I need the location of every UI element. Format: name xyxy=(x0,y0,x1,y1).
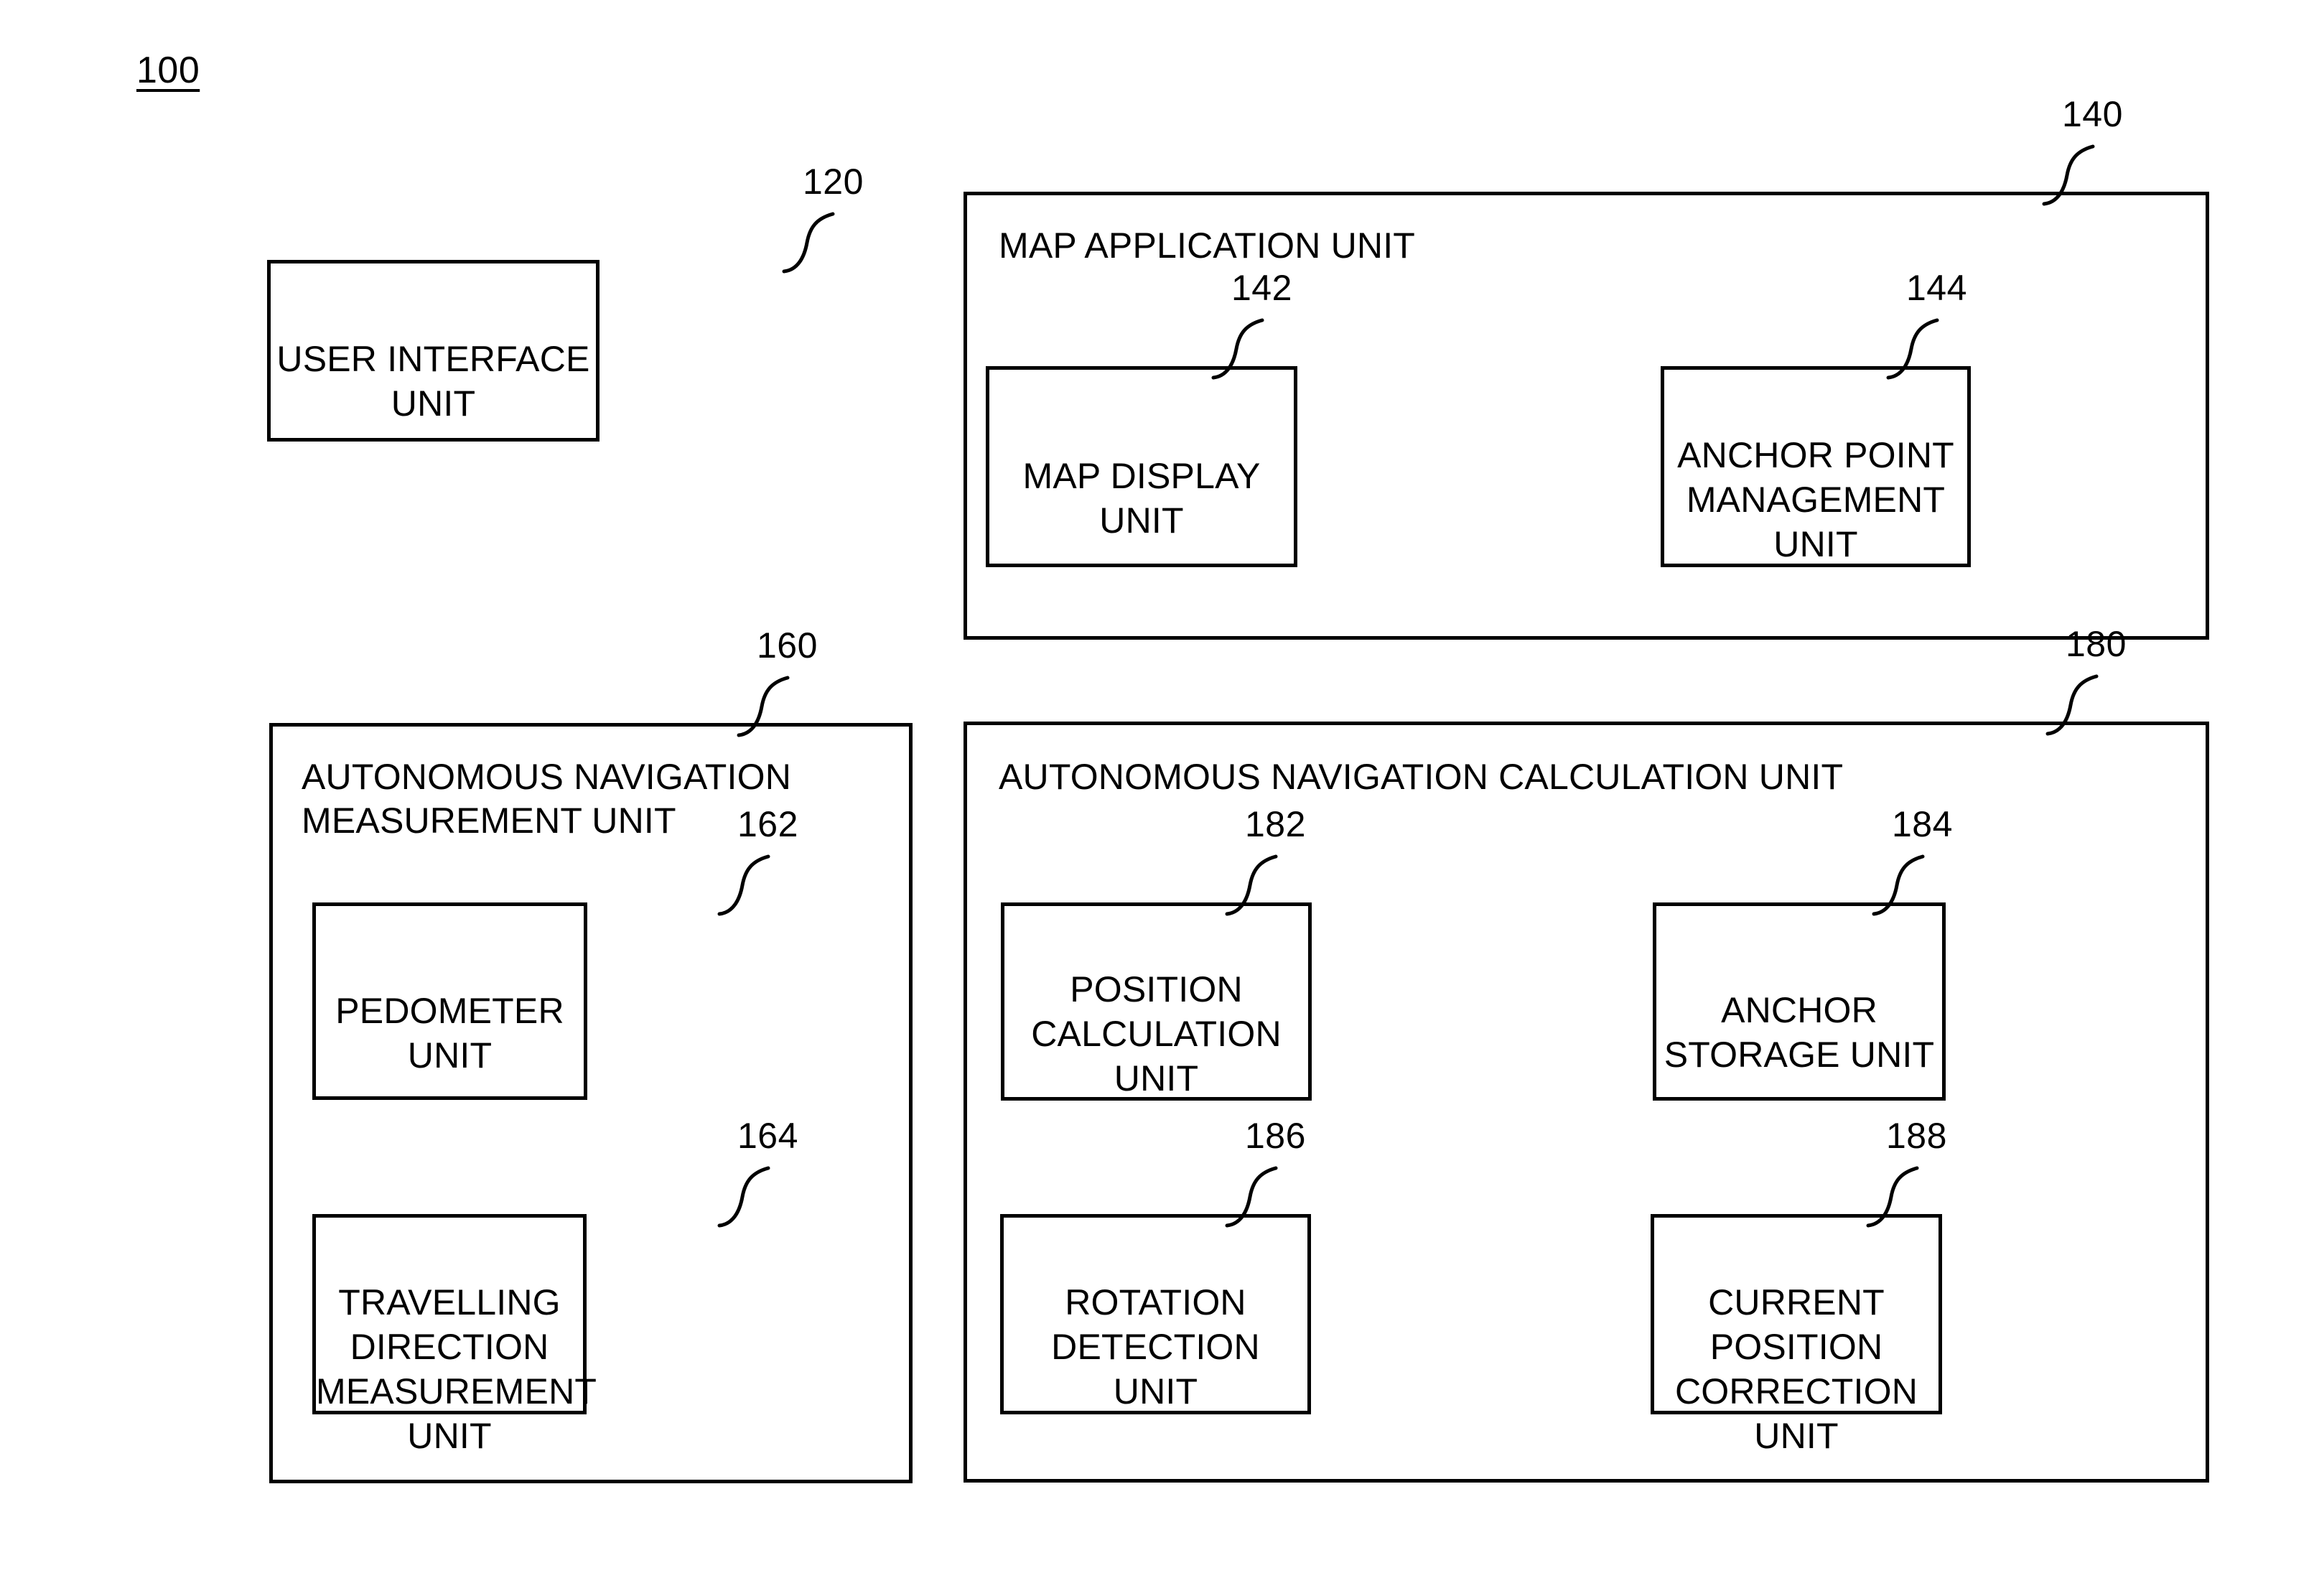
block-user-interface-unit: USER INTERFACE UNIT xyxy=(267,260,600,442)
block-title-user-interface-unit: USER INTERFACE UNIT xyxy=(276,339,590,424)
callout-144: 144 xyxy=(1906,268,1967,308)
callout-120: 120 xyxy=(803,162,864,202)
block-map-display-unit: MAP DISPLAY UNIT xyxy=(986,366,1297,567)
block-anchor-point-management-unit: ANCHOR POINT MANAGEMENT UNIT xyxy=(1661,366,1971,567)
block-rotation-detection-unit: ROTATION DETECTION UNIT xyxy=(1000,1214,1311,1414)
block-title-rotation-detection-unit: ROTATION DETECTION UNIT xyxy=(1051,1282,1260,1411)
block-title-position-calculation-unit: POSITION CALCULATION UNIT xyxy=(1031,969,1282,1098)
block-travelling-direction-measurement-unit: TRAVELLING DIRECTION MEASUREMENT UNIT xyxy=(312,1214,597,1456)
figure-id-text: 100 xyxy=(136,50,200,91)
callout-142: 142 xyxy=(1231,268,1292,308)
callout-184: 184 xyxy=(1892,804,1953,844)
callout-188: 188 xyxy=(1886,1116,1947,1156)
callout-160: 160 xyxy=(757,625,818,666)
callout-182: 182 xyxy=(1245,804,1306,844)
block-title-map-display-unit: MAP DISPLAY UNIT xyxy=(1022,456,1261,541)
block-pedometer-unit: PEDOMETER UNIT xyxy=(312,902,587,1100)
block-title-current-position-correction-unit: CURRENT POSITION CORRECTION UNIT xyxy=(1674,1282,1918,1456)
block-title-anchor-point-management-unit: ANCHOR POINT MANAGEMENT UNIT xyxy=(1677,435,1954,564)
callout-180: 180 xyxy=(2066,624,2127,664)
block-title-anchor-storage-unit: ANCHOR STORAGE UNIT xyxy=(1664,990,1935,1075)
leader-line-120 xyxy=(782,208,869,274)
block-title-travelling-direction-measurement-unit: TRAVELLING DIRECTION MEASUREMENT UNIT xyxy=(316,1282,597,1456)
callout-162: 162 xyxy=(737,804,798,844)
block-title-pedometer-unit: PEDOMETER UNIT xyxy=(335,991,564,1075)
block-title-autonomous-navigation-calculation-unit: AUTONOMOUS NAVIGATION CALCULATION UNIT xyxy=(999,757,1844,797)
block-title-autonomous-navigation-measurement-unit: AUTONOMOUS NAVIGATION MEASUREMENT UNIT xyxy=(302,757,792,841)
figure-id-label: 100 xyxy=(136,52,200,89)
patent-figure-canvas: 100 USER INTERFACE UNIT 120 MAP APPLICAT… xyxy=(0,0,2314,1596)
block-title-map-application-unit: MAP APPLICATION UNIT xyxy=(999,225,1416,266)
callout-140: 140 xyxy=(2062,94,2123,134)
block-position-calculation-unit: POSITION CALCULATION UNIT xyxy=(1001,902,1312,1101)
block-anchor-storage-unit: ANCHOR STORAGE UNIT xyxy=(1653,902,1946,1101)
callout-164: 164 xyxy=(737,1116,798,1156)
block-current-position-correction-unit: CURRENT POSITION CORRECTION UNIT xyxy=(1651,1214,1942,1456)
callout-186: 186 xyxy=(1245,1116,1306,1156)
